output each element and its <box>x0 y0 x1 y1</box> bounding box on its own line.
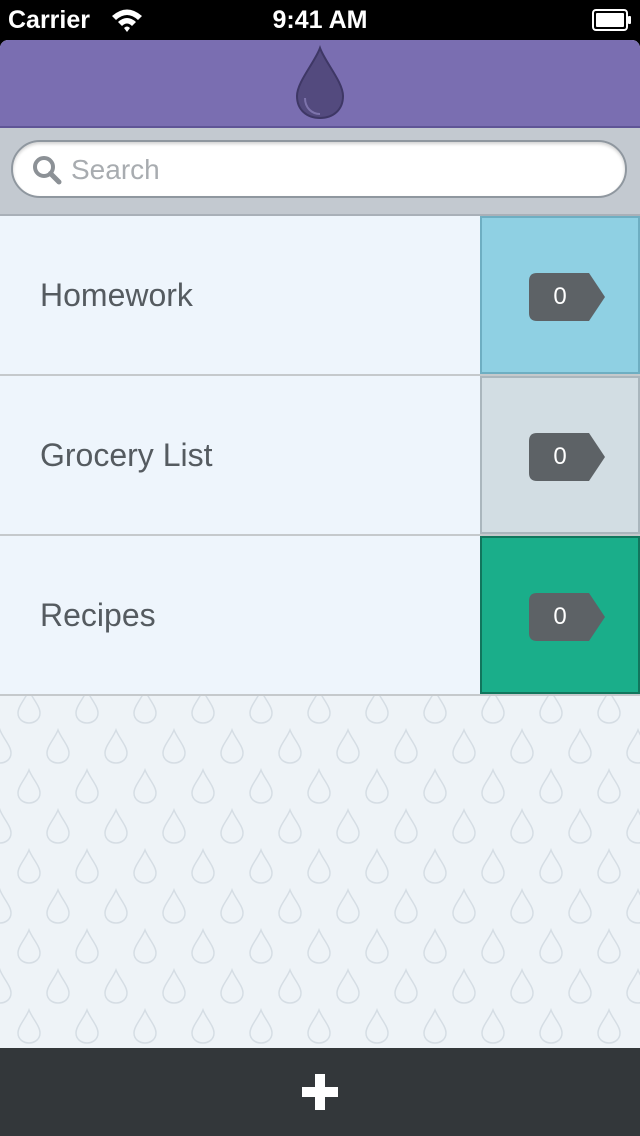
item-count: 0 <box>553 603 567 630</box>
bottom-toolbar <box>0 1048 640 1136</box>
list-container: Homework 0 Grocery List 0 Recipes 0 <box>0 216 640 696</box>
status-bar: Carrier 9:41 AM <box>0 0 640 40</box>
drop-pattern-background <box>0 696 640 1048</box>
list-item-grocery-list[interactable]: Grocery List 0 <box>0 376 640 536</box>
list-item-label: Homework <box>40 277 193 313</box>
search-bar <box>0 128 640 216</box>
drop-pattern-icon <box>0 696 640 1048</box>
item-count: 0 <box>553 283 567 310</box>
list-color-swatch[interactable]: 0 <box>480 376 640 534</box>
add-list-button[interactable] <box>290 1062 350 1122</box>
item-count: 0 <box>553 443 567 470</box>
list-color-swatch[interactable]: 0 <box>480 536 640 694</box>
search-icon <box>33 156 62 185</box>
app-window: Homework 0 Grocery List 0 Recipes <box>0 40 640 1136</box>
drop-logo-icon <box>295 45 345 120</box>
search-field[interactable] <box>11 140 627 198</box>
battery-icon <box>592 9 631 31</box>
search-input[interactable] <box>71 146 601 194</box>
list-item-homework[interactable]: Homework 0 <box>0 216 640 376</box>
status-time: 9:41 AM <box>272 6 368 34</box>
app-header <box>0 40 640 128</box>
list-item-label: Grocery List <box>40 437 213 473</box>
list-item-recipes[interactable]: Recipes 0 <box>0 536 640 696</box>
list-item-label: Recipes <box>40 597 156 633</box>
list-color-swatch[interactable]: 0 <box>480 216 640 374</box>
